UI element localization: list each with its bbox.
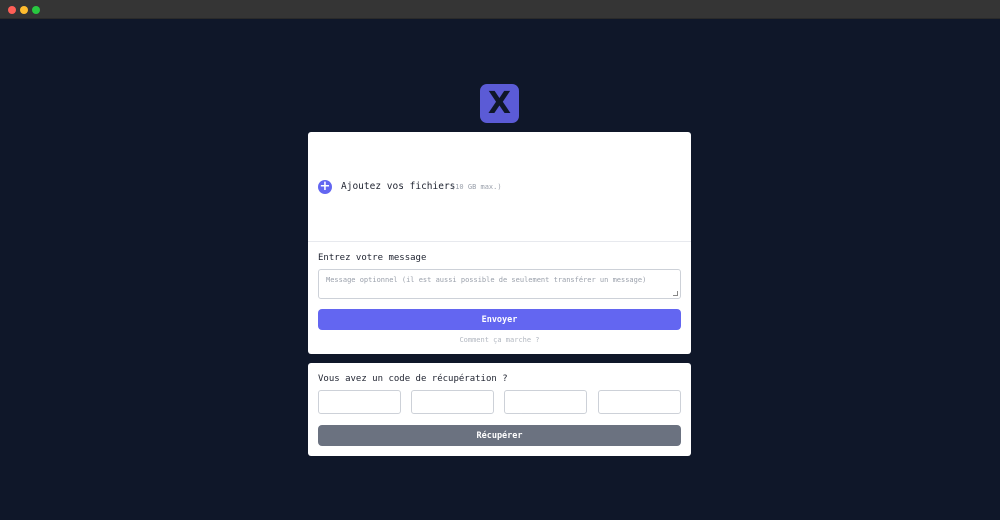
- recovery-card: Vous avez un code de récupération ? Récu…: [308, 363, 691, 456]
- recovery-code-field-3[interactable]: [504, 390, 587, 414]
- send-button[interactable]: Envoyer: [318, 309, 681, 330]
- file-size-limit-hint: (10 GB max.): [451, 183, 502, 191]
- resize-handle-icon[interactable]: [673, 291, 678, 296]
- plus-circle-icon[interactable]: +: [318, 180, 332, 194]
- message-textarea[interactable]: Message optionnel (il est aussi possible…: [318, 269, 681, 299]
- message-label: Entrez votre message: [318, 253, 427, 263]
- recovery-code-field-4[interactable]: [598, 390, 681, 414]
- minimize-window-button[interactable]: [20, 6, 28, 14]
- logo-text: X: [487, 85, 512, 121]
- recovery-label: Vous avez un code de récupération ?: [318, 374, 508, 384]
- close-window-button[interactable]: [8, 6, 16, 14]
- recover-button[interactable]: Récupérer: [318, 425, 681, 446]
- recovery-code-field-2[interactable]: [411, 390, 494, 414]
- app-logo: X: [480, 84, 519, 123]
- transfer-card: + Ajoutez vos fichiers (10 GB max.) Entr…: [308, 132, 691, 354]
- window-titlebar: [0, 0, 1000, 19]
- recovery-code-field-1[interactable]: [318, 390, 401, 414]
- message-placeholder: Message optionnel (il est aussi possible…: [326, 276, 647, 284]
- how-it-works-link[interactable]: Comment ça marche ?: [308, 336, 691, 344]
- file-dropzone[interactable]: + Ajoutez vos fichiers (10 GB max.): [308, 132, 691, 242]
- maximize-window-button[interactable]: [32, 6, 40, 14]
- add-files-label[interactable]: Ajoutez vos fichiers: [341, 181, 455, 192]
